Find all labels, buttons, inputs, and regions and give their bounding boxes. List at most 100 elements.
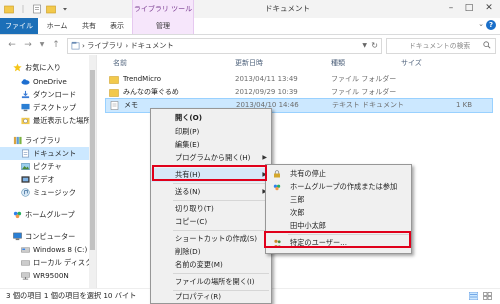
address-dropdown-icon[interactable]: ▼ <box>362 39 367 53</box>
submenu-item-homegroup[interactable]: ホームグループの作成または参加 <box>266 180 411 194</box>
sidebar-item-label: ライブラリ <box>25 136 61 145</box>
sidebar-item-recent-places[interactable]: 最近表示した場所 <box>0 114 91 127</box>
menu-item-send-to[interactable]: 送る(N)▶ <box>151 185 271 199</box>
sidebar-item-computer[interactable]: コンピューター <box>0 230 89 243</box>
download-icon <box>21 90 30 99</box>
menu-item-create-shortcut[interactable]: ショートカットの作成(S) <box>151 232 271 246</box>
menu-item-delete[interactable]: 削除(D) <box>151 245 271 259</box>
address-row: ← → ▼ ↑ › ライブラリ › ドキュメント ▼ ↻ ドキュメントの検索 <box>0 35 500 55</box>
sidebar-item-videos[interactable]: ビデオ <box>0 173 89 186</box>
menu-item-edit[interactable]: 編集(E) <box>151 138 271 152</box>
minimize-icon[interactable]: – <box>442 0 460 18</box>
close-icon[interactable]: ✕ <box>478 0 500 18</box>
refresh-icon[interactable]: ↻ <box>371 39 378 53</box>
forward-arrow-icon[interactable]: → <box>22 39 34 51</box>
large-icons-view-icon[interactable] <box>483 292 492 300</box>
properties-icon[interactable] <box>32 4 42 14</box>
menu-item-copy[interactable]: コピー(C) <box>151 215 271 229</box>
menu-item-label: ショートカットの作成(S) <box>175 234 258 243</box>
folder-icon <box>109 89 119 97</box>
new-folder-icon[interactable] <box>46 4 56 14</box>
search-icon[interactable] <box>483 41 491 49</box>
details-view-icon[interactable] <box>469 292 478 300</box>
pictures-icon <box>21 163 30 170</box>
sidebar-item-drive-c[interactable]: Windows 8 (C:) <box>0 243 89 256</box>
menu-item-cut[interactable]: 切り取り(T) <box>151 202 271 216</box>
sidebar-item-libraries[interactable]: ライブラリ <box>0 134 89 147</box>
menu-item-label: コピー(C) <box>175 217 208 226</box>
sidebar-item-drive-e[interactable]: ローカル ディスク (E <box>0 256 96 269</box>
sidebar-item-downloads[interactable]: ダウンロード <box>0 88 89 101</box>
menu-item-open-with[interactable]: プログラムから開く(H) ▶ <box>151 151 271 165</box>
file-size: 1 KB <box>456 101 473 109</box>
submenu-item-user-jiro[interactable]: 次郎 <box>266 206 411 220</box>
sidebar-item-label: ホームグループ <box>25 210 75 219</box>
qat-dropdown-icon[interactable] <box>60 4 70 14</box>
status-text: 3 個の項目 1 個の項目を選択 10 バイト <box>6 291 137 300</box>
sidebar-item-desktop[interactable]: デスクトップ <box>0 101 89 114</box>
sidebar-item-documents[interactable]: ドキュメント <box>0 147 89 160</box>
submenu-item-user-saburo[interactable]: 三郎 <box>266 193 411 207</box>
tab-file[interactable]: ファイル <box>0 18 38 34</box>
tab-manage[interactable]: 管理 <box>132 18 194 34</box>
menu-item-open-file-location[interactable]: ファイルの場所を開く(I) <box>151 275 271 289</box>
back-arrow-icon[interactable]: ← <box>6 39 18 51</box>
drive-icon <box>21 247 30 253</box>
file-type: テキスト ドキュメント <box>332 101 405 109</box>
column-header-size[interactable]: サイズ <box>401 57 422 69</box>
list-item[interactable]: TrendMicro 2013/04/11 13:49 ファイル フォルダー <box>105 73 491 86</box>
homegroup-icon <box>273 184 281 191</box>
menu-item-label: 切り取り(T) <box>175 204 214 213</box>
window-title: ドキュメント <box>265 4 310 13</box>
menu-separator <box>173 230 269 231</box>
sidebar-item-label: ダウンロード <box>33 90 77 99</box>
tab-home[interactable]: ホーム <box>42 18 72 34</box>
maximize-icon[interactable]: □ <box>460 0 478 18</box>
sidebar-scrollbar-thumb[interactable] <box>90 70 95 250</box>
star-icon <box>13 63 22 72</box>
help-icon[interactable]: ? <box>486 20 496 30</box>
tab-view[interactable]: 表示 <box>104 18 130 34</box>
homegroup-icon <box>13 211 22 219</box>
computer-icon <box>13 232 22 241</box>
file-name: TrendMicro <box>123 75 161 83</box>
sidebar-item-label: 最近表示した場所 <box>33 116 91 125</box>
sidebar-item-favorites[interactable]: お気に入り <box>0 61 89 74</box>
documents-icon <box>71 41 80 50</box>
quick-access-toolbar <box>4 2 70 16</box>
text-file-icon <box>110 101 119 110</box>
highlight-box-share <box>152 165 267 181</box>
sidebar-item-label: Windows 8 (C:) <box>33 245 88 254</box>
sidebar-item-label: お気に入り <box>25 63 61 72</box>
menu-item-label: 印刷(P) <box>175 127 200 136</box>
recent-locations-dropdown-icon[interactable]: ▼ <box>36 39 48 51</box>
file-type: ファイル フォルダー <box>331 75 397 83</box>
address-bar[interactable]: › ライブラリ › ドキュメント ▼ ↻ <box>67 38 382 54</box>
menu-item-label: 開く(O) <box>175 113 203 122</box>
submenu-item-stop-sharing[interactable]: 共有の停止 <box>266 167 411 181</box>
ribbon-tabs: ファイル ホーム 共有 表示 管理 ⌄ ? <box>0 18 500 35</box>
folder-icon[interactable] <box>4 4 14 14</box>
title-bar: ライブラリ ツール ドキュメント – □ ✕ <box>0 0 500 19</box>
search-input[interactable]: ドキュメントの検索 <box>386 38 496 54</box>
menu-item-rename[interactable]: 名前の変更(M) <box>151 258 271 272</box>
sidebar-item-pictures[interactable]: ピクチャ <box>0 160 89 173</box>
music-icon <box>21 188 30 197</box>
sidebar-item-music[interactable]: ミュージック <box>0 186 89 199</box>
context-menu: 開く(O) 印刷(P) 編集(E) プログラムから開く(H)▶ 共有(H)▶ 送… <box>150 108 272 304</box>
menu-item-open[interactable]: 開く(O) <box>151 111 271 125</box>
chevron-down-icon[interactable]: ⌄ <box>478 20 484 28</box>
sidebar-item-homegroup[interactable]: ホームグループ <box>0 208 89 221</box>
column-header-type[interactable]: 種類 <box>331 57 345 69</box>
network-drive-icon <box>21 272 30 280</box>
up-arrow-icon[interactable]: ↑ <box>50 39 62 51</box>
sidebar-item-onedrive[interactable]: OneDrive <box>0 75 89 88</box>
sidebar-item-label: OneDrive <box>33 77 67 86</box>
videos-icon <box>21 176 30 183</box>
menu-item-print[interactable]: 印刷(P) <box>151 125 271 139</box>
tab-share[interactable]: 共有 <box>76 18 102 34</box>
file-date: 2013/04/11 13:49 <box>235 75 298 83</box>
sidebar-item-network-drive[interactable]: WR9500N <box>0 269 89 282</box>
column-header-date[interactable]: 更新日時 <box>235 57 263 69</box>
column-header-name[interactable]: 名前 <box>113 57 127 69</box>
